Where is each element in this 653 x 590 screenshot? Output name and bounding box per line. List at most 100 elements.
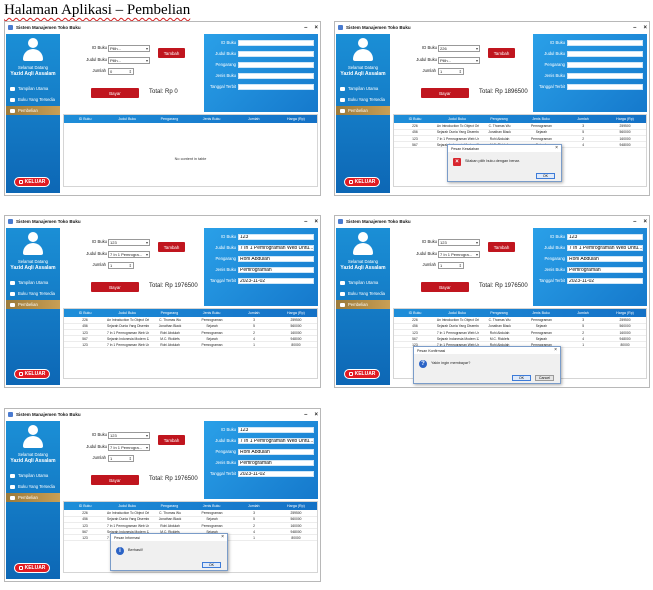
label-judul-buku: Judul Buku: [416, 57, 437, 62]
id-buku-select[interactable]: Pilih... ▾: [108, 45, 150, 52]
tambah-button[interactable]: Tambah: [488, 242, 515, 252]
judul-buku-select[interactable]: 7 In 1 Pemrogra... ▾: [108, 444, 150, 451]
judul-buku-select[interactable]: Pilih... ▾: [438, 57, 480, 64]
jumlah-spinner[interactable]: 0 ⇕: [108, 68, 134, 75]
label-judul-buku: Judul Buku: [86, 251, 107, 256]
table-row[interactable]: 226 An Introduction To Object Ori... C. Th…: [64, 318, 317, 324]
sidebar-item-buku-tersedia[interactable]: Buku Yang Tersedia: [6, 95, 60, 104]
judul-buku-select[interactable]: 7 In 1 Pemrogra... ▾: [438, 251, 480, 258]
bayar-button[interactable]: Bayar: [421, 282, 469, 292]
info-tanggal-terbit-field: 2023-11-02: [567, 278, 643, 284]
jumlah-spinner[interactable]: 1 ⇕: [108, 262, 134, 269]
sidebar-item-pembelian[interactable]: Pembelian: [6, 300, 60, 309]
dialog-title: Pesan Informasi: [114, 535, 140, 540]
logout-button[interactable]: KELUAR: [14, 177, 50, 187]
tambah-button[interactable]: Tambah: [158, 48, 185, 58]
info-pengarang-field: Rohi Abdulah: [238, 449, 314, 455]
jumlah-spinner[interactable]: 1 ⇕: [438, 68, 464, 75]
table-row[interactable]: 123 7 In 1 Pemrograman Web Untu... Rohi Ab…: [64, 523, 317, 529]
table-row[interactable]: 123 7 In 1 Pemrograman Web Untu... Rohi Ab…: [394, 330, 646, 336]
sidebar-item-buku-tersedia[interactable]: Buku Yang Tersedia: [336, 95, 390, 104]
table-cell: 2: [253, 523, 255, 528]
column-header: Jumlah: [247, 117, 260, 121]
ok-button[interactable]: OK: [202, 562, 221, 568]
logout-button[interactable]: KELUAR: [344, 177, 380, 187]
table-row[interactable]: 456 Sejarah Dunia Yang Disembu... Jonathan…: [64, 324, 317, 330]
close-icon[interactable]: ×: [554, 347, 557, 354]
window-title: Sistem Manajemen Toko Buku: [16, 412, 81, 417]
table-cell: 5: [253, 324, 255, 329]
close-icon[interactable]: ×: [643, 219, 647, 225]
sidebar-item-pembelian[interactable]: Pembelian: [336, 106, 390, 115]
sidebar-item-tampilan-utama[interactable]: Tampilan Utama: [336, 278, 390, 287]
table-row[interactable]: 456 Sejarah Dunia Yang Disembu... Jonathan…: [394, 130, 646, 136]
sidebar-item-tampilan-utama[interactable]: Tampilan Utama: [336, 84, 390, 93]
logout-icon: [18, 566, 23, 570]
table-cell: 7 In 1 Pemrograman Web Untu...: [107, 343, 149, 348]
id-buku-select[interactable]: 123 ▾: [438, 239, 480, 246]
label-judul-buku: Judul Buku: [416, 251, 437, 256]
info-id-buku-label: ID Buku: [550, 40, 565, 45]
minimize-icon[interactable]: –: [633, 25, 636, 31]
table-row[interactable]: 226 An Introduction To Object Ori... C. Th…: [394, 318, 646, 324]
table-row[interactable]: 123 7 In 1 Pemrograman Web Untu... Rohi Ab…: [64, 330, 317, 336]
table-cell: Sejarah Dunia Yang Disembu...: [436, 130, 479, 135]
table-row[interactable]: 123 7 In 1 Pemrograman Web Untu... Rohi Ab…: [394, 136, 646, 142]
sidebar-item-buku-tersedia[interactable]: Buku Yang Tersedia: [6, 482, 60, 491]
judul-buku-select[interactable]: 7 In 1 Pemrogra... ▾: [108, 251, 150, 258]
table-cell: 226: [412, 318, 418, 323]
sidebar-item-buku-tersedia[interactable]: Buku Yang Tersedia: [6, 289, 60, 298]
close-icon[interactable]: ×: [643, 25, 647, 31]
tambah-button[interactable]: Tambah: [158, 435, 185, 445]
table-row[interactable]: 226 An Introduction To Object Ori... C. Th…: [64, 511, 317, 517]
minimize-icon[interactable]: –: [304, 25, 307, 31]
table-cell: 80000: [620, 343, 630, 348]
info-judul-buku-label: Judul Buku: [544, 245, 565, 250]
id-buku-select[interactable]: 123 ▾: [108, 239, 150, 246]
table-row[interactable]: 456 Sejarah Dunia Yang Disembu... Jonathan…: [394, 324, 646, 330]
table-row[interactable]: 123 7 In 1 Pemrograman Web Untu... Rohi Ab…: [64, 343, 317, 349]
logout-button[interactable]: KELUAR: [14, 369, 50, 379]
spinner-arrows-icon: ⇕: [128, 456, 132, 461]
minimize-icon[interactable]: –: [304, 219, 307, 225]
bayar-button[interactable]: Bayar: [91, 475, 139, 485]
table-row[interactable]: 567 Sejarah Indonesia Modern 12... M.C. Ri…: [394, 337, 646, 343]
jumlah-spinner[interactable]: 1 ⇕: [438, 262, 464, 269]
logout-button[interactable]: KELUAR: [14, 563, 50, 573]
sidebar-item-pembelian[interactable]: Pembelian: [6, 106, 60, 115]
bayar-button[interactable]: Bayar: [91, 88, 139, 98]
bayar-button[interactable]: Bayar: [421, 88, 469, 98]
minimize-icon[interactable]: –: [633, 219, 636, 225]
label-id-buku: ID Buku: [92, 45, 107, 50]
bayar-button[interactable]: Bayar: [91, 282, 139, 292]
menu-label: Tampilan Utama: [348, 86, 379, 91]
table-row[interactable]: 226 An Introduction To Object Ori... C. Th…: [394, 124, 646, 130]
label-jumlah: Jumlah: [92, 455, 107, 460]
logout-button[interactable]: KELUAR: [344, 369, 380, 379]
sidebar-item-tampilan-utama[interactable]: Tampilan Utama: [6, 84, 60, 93]
minimize-icon[interactable]: –: [304, 412, 307, 418]
close-icon[interactable]: ×: [314, 25, 318, 31]
sidebar-item-tampilan-utama[interactable]: Tampilan Utama: [6, 278, 60, 287]
ok-button[interactable]: OK: [536, 173, 555, 179]
table-row[interactable]: 456 Sejarah Dunia Yang Disembu... Jonathan…: [64, 517, 317, 523]
menu-icon: [340, 97, 345, 102]
close-icon[interactable]: ×: [221, 534, 224, 541]
sidebar-item-tampilan-utama[interactable]: Tampilan Utama: [6, 471, 60, 480]
close-icon[interactable]: ×: [314, 412, 318, 418]
id-buku-select[interactable]: 123 ▾: [108, 432, 150, 439]
jumlah-spinner[interactable]: 1 ⇕: [108, 455, 134, 462]
tambah-button[interactable]: Tambah: [158, 242, 185, 252]
book-info-panel: ID Buku Judul Buku Pengarang Jenis Buku Tang…: [204, 34, 318, 112]
sidebar-item-buku-tersedia[interactable]: Buku Yang Tersedia: [336, 289, 390, 298]
cancel-button[interactable]: Cancel: [535, 375, 554, 381]
id-buku-select[interactable]: 226 ▾: [438, 45, 480, 52]
table-row[interactable]: 567 Sejarah Indonesia Modern 12... M.C. Ri…: [64, 337, 317, 343]
sidebar-item-pembelian[interactable]: Pembelian: [336, 300, 390, 309]
close-icon[interactable]: ×: [555, 145, 558, 152]
ok-button[interactable]: OK: [512, 375, 531, 381]
judul-buku-select[interactable]: Pilih... ▾: [108, 57, 150, 64]
close-icon[interactable]: ×: [314, 219, 318, 225]
sidebar-item-pembelian[interactable]: Pembelian: [6, 493, 60, 502]
tambah-button[interactable]: Tambah: [488, 48, 515, 58]
